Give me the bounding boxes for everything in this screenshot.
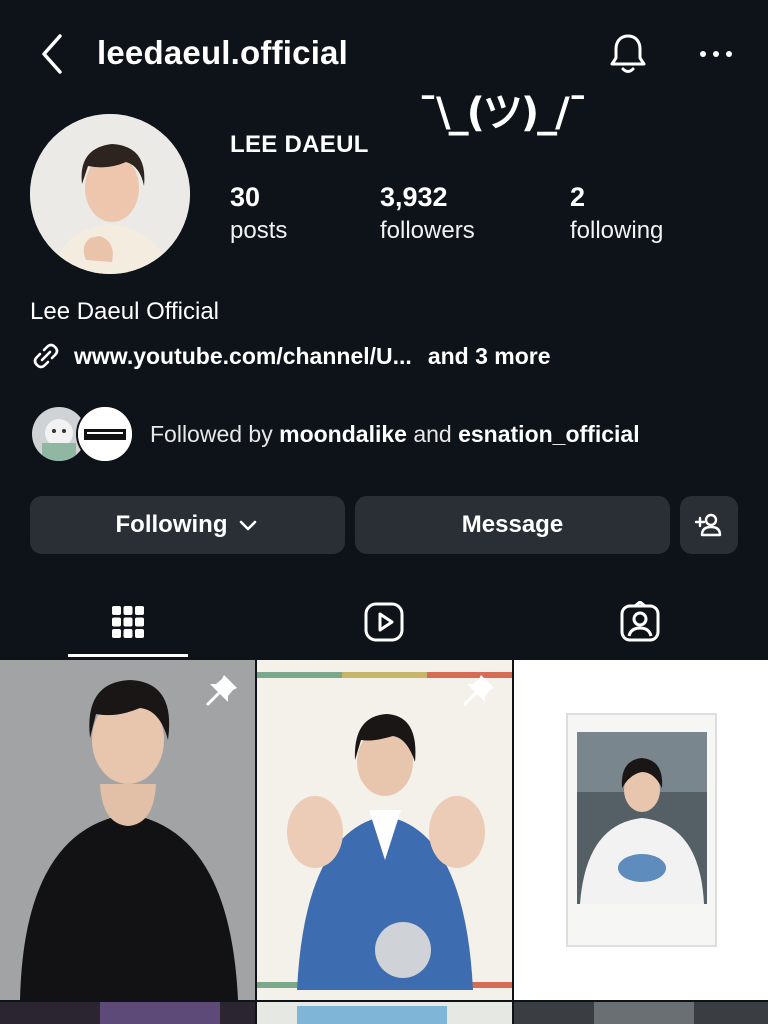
posts-label: posts xyxy=(230,217,288,244)
followed-by-text: Followed by moondalike and esnation_offi… xyxy=(150,420,640,447)
grid-post-6[interactable] xyxy=(514,1002,768,1024)
stat-posts[interactable]: 30 posts xyxy=(230,182,287,245)
profile-display-name: LEE DAEUL xyxy=(230,131,369,158)
avatar-image xyxy=(30,114,190,274)
followers-label: followers xyxy=(380,217,475,244)
message-button-label: Message xyxy=(461,511,564,538)
grid-post-1[interactable] xyxy=(0,660,255,1000)
chevron-down-icon xyxy=(240,520,257,531)
link-icon xyxy=(33,343,59,369)
profile-username: leedaeul.official xyxy=(97,34,348,71)
posts-count: 30 xyxy=(230,182,261,212)
followed-by-user2[interactable]: esnation_official xyxy=(458,421,639,447)
reels-icon xyxy=(364,602,404,642)
post-image xyxy=(514,660,768,1000)
add-user-button[interactable] xyxy=(680,496,738,554)
post-grid xyxy=(0,660,768,1024)
post-image xyxy=(0,1002,255,1024)
back-button[interactable] xyxy=(34,30,70,78)
following-label: following xyxy=(570,217,664,244)
post-image xyxy=(514,1002,768,1024)
grid-post-2[interactable] xyxy=(257,660,512,1000)
post-image xyxy=(257,660,512,1000)
add-person-icon xyxy=(694,513,722,537)
link-url[interactable]: www.youtube.com/channel/U... xyxy=(74,343,412,370)
tab-grid[interactable] xyxy=(0,586,256,658)
profile-avatar[interactable] xyxy=(30,114,190,274)
following-button[interactable]: Following xyxy=(30,496,345,554)
bell-icon xyxy=(610,34,646,73)
post-image xyxy=(257,1002,512,1024)
ellipsis-icon xyxy=(700,51,732,57)
carousel-icon xyxy=(723,673,755,705)
post-image xyxy=(0,660,255,1000)
followed-by-user1[interactable]: moondalike xyxy=(279,421,407,447)
pin-icon xyxy=(206,675,237,706)
following-button-label: Following xyxy=(115,511,228,538)
follower-avatar-esnation xyxy=(76,405,134,463)
grid-post-3[interactable] xyxy=(514,660,768,1000)
profile-tabs xyxy=(0,586,768,658)
followers-count: 3,932 xyxy=(380,182,448,212)
more-options-button[interactable] xyxy=(694,36,738,72)
chevron-left-icon xyxy=(42,34,62,74)
grid-post-4[interactable] xyxy=(0,1002,255,1024)
active-tab-indicator xyxy=(68,654,188,657)
followed-by-row[interactable]: Followed by moondalike and esnation_offi… xyxy=(30,403,640,465)
message-button[interactable]: Message xyxy=(355,496,670,554)
following-count: 2 xyxy=(570,182,586,212)
stat-following[interactable]: 2 following xyxy=(570,182,663,245)
stat-followers[interactable]: 3,932 followers xyxy=(380,182,475,245)
bio-link[interactable]: www.youtube.com/channel/U... and 3 more xyxy=(30,340,551,372)
tab-reels[interactable] xyxy=(256,586,512,658)
shrug-overlay-text: ¯\_(ツ)_/¯ xyxy=(418,90,588,136)
notifications-button[interactable] xyxy=(606,30,650,78)
grid-icon xyxy=(112,606,144,638)
top-bar: leedaeul.official xyxy=(0,0,768,110)
bio-name: Lee Daeul Official xyxy=(30,298,219,325)
grid-post-5[interactable] xyxy=(257,1002,512,1024)
tab-tagged[interactable] xyxy=(512,586,768,658)
link-more[interactable]: and 3 more xyxy=(428,343,551,370)
tagged-icon xyxy=(620,601,660,642)
pin-icon xyxy=(463,675,494,706)
